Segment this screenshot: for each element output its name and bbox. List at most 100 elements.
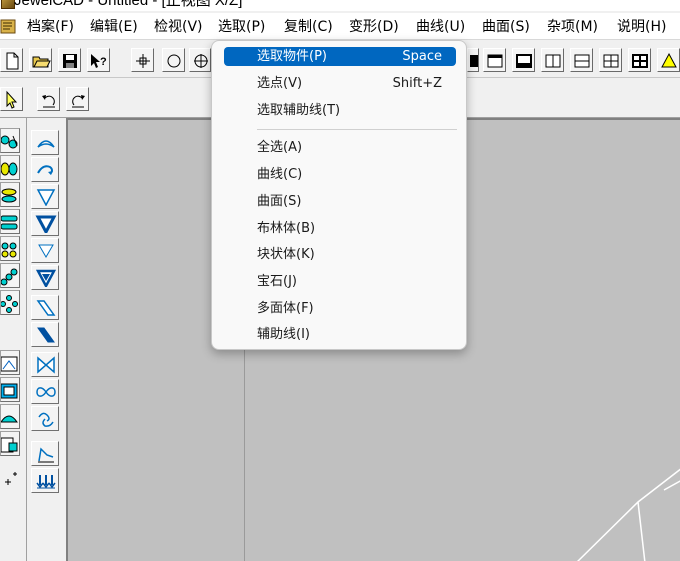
shape-triangle-button[interactable] — [31, 184, 59, 209]
tool-arch-button[interactable] — [0, 404, 20, 429]
menu-file[interactable]: 档案(F) — [27, 18, 74, 36]
view-quad-bold-button[interactable] — [628, 48, 651, 72]
shape-swirl-button[interactable] — [31, 406, 59, 431]
undo-button[interactable] — [37, 87, 60, 111]
shape-triangle-bold-button[interactable] — [31, 211, 59, 236]
menu-transform[interactable]: 变形(D) — [349, 18, 399, 36]
target-icon — [194, 54, 208, 68]
menu-item-label: 布林体(B) — [257, 221, 316, 236]
title-bar: JewelCAD - Untitled - [正视图 X/Z] — [0, 0, 680, 11]
tool-gem-row-button[interactable] — [0, 209, 20, 234]
tool-gem-grid-button[interactable] — [0, 236, 20, 261]
view-quad-button[interactable] — [599, 48, 622, 72]
undo-icon — [42, 95, 55, 108]
new-file-button[interactable] — [0, 48, 23, 72]
view-bottom-button[interactable] — [512, 48, 535, 72]
menu-surface[interactable]: 曲面(S) — [482, 18, 530, 36]
new-file-icon — [6, 52, 19, 70]
arc-curve-icon — [37, 140, 55, 148]
view-single-icon — [470, 55, 478, 67]
view-quad-bold-icon — [632, 54, 648, 68]
tool-gem-pair-button[interactable] — [0, 155, 20, 180]
crosshair-button[interactable] — [131, 48, 154, 72]
menu-item-shortcut: Shift+Z — [392, 76, 442, 91]
menu-item-select-all[interactable]: 全选(A) — [224, 138, 456, 157]
view-split-v-icon — [545, 54, 561, 68]
gem-pair-icon — [1, 162, 18, 176]
open-file-button[interactable] — [29, 48, 52, 72]
polyline-icon — [38, 447, 54, 463]
save-button[interactable] — [58, 48, 81, 72]
menu-item-label: 多面体(F) — [257, 301, 314, 316]
menu-item-curve[interactable]: 曲线(C) — [224, 165, 456, 184]
tool-image-button[interactable] — [0, 350, 20, 375]
context-help-button[interactable]: ? — [87, 48, 110, 72]
gem-stack-icon — [1, 188, 17, 203]
jewelcad-app-icon — [1, 0, 15, 9]
gem-diagonal-icon — [1, 268, 18, 286]
tool-gem-stack-button[interactable] — [0, 182, 20, 207]
view-split-h-button[interactable] — [570, 48, 593, 72]
tool-gem-ring-button[interactable] — [0, 290, 20, 315]
menu-item-label: 曲线(C) — [257, 167, 303, 182]
bowtie-icon — [37, 356, 55, 374]
menu-item-boolean[interactable]: 布林体(B) — [224, 219, 456, 238]
shape-infinity-button[interactable] — [31, 379, 59, 404]
menu-help[interactable]: 说明(H) — [617, 18, 666, 36]
tool-frame-button[interactable] — [0, 377, 20, 402]
render-button[interactable] — [657, 48, 680, 72]
stamp-icon — [1, 437, 18, 453]
tool-gem-select-button[interactable] — [0, 128, 20, 153]
menu-item-label: 曲面(S) — [257, 194, 302, 209]
tool-points-button[interactable] — [0, 466, 20, 491]
view-split-v-button[interactable] — [541, 48, 564, 72]
shape-bowtie-button[interactable] — [31, 352, 59, 377]
help-pointer-icon: ? — [91, 54, 107, 68]
menu-curve[interactable]: 曲线(U) — [416, 18, 465, 36]
redo-button[interactable] — [66, 87, 89, 111]
shape-triangle-filled-button[interactable] — [31, 265, 59, 290]
menu-copy[interactable]: 复制(C) — [284, 18, 333, 36]
view-top-button[interactable] — [483, 48, 506, 72]
shape-slash-button[interactable] — [31, 322, 59, 347]
menu-item-select-guide[interactable]: 选取辅助线(T) — [224, 101, 456, 120]
target-button[interactable] — [189, 48, 211, 72]
menu-item-surface[interactable]: 曲面(S) — [224, 192, 456, 211]
curve-hook-button[interactable] — [31, 157, 59, 182]
curve-polyline-button[interactable] — [31, 441, 59, 466]
window-title: JewelCAD - Untitled - [正视图 X/Z] — [14, 0, 243, 9]
menu-item-select-point[interactable]: 选点(V) Shift+Z — [224, 74, 456, 93]
menu-item-select-object[interactable]: 选取物件(P) Space — [224, 47, 456, 66]
menu-misc[interactable]: 杂项(M) — [547, 18, 598, 36]
menu-select[interactable]: 选取(P) — [218, 18, 265, 36]
infinity-icon — [36, 387, 56, 397]
view-top-icon — [487, 54, 503, 68]
picture-icon — [1, 356, 18, 372]
menu-item-polyhedron[interactable]: 多面体(F) — [224, 299, 456, 318]
view-bottom-icon — [516, 54, 532, 68]
shape-parallelogram-button[interactable] — [31, 295, 59, 320]
crosshair-icon — [136, 54, 150, 68]
tool-stamp-button[interactable] — [0, 431, 20, 456]
document-app-icon[interactable] — [0, 18, 18, 35]
menu-item-guide[interactable]: 辅助线(I) — [224, 325, 456, 344]
menu-item-label: 辅助线(I) — [257, 327, 310, 342]
curve-arc-button[interactable] — [31, 130, 59, 155]
menu-edit[interactable]: 编辑(E) — [90, 18, 138, 36]
view-split-h-icon — [574, 54, 590, 68]
shape-triangle-thin-button[interactable] — [31, 238, 59, 263]
curve-arrows-button[interactable] — [31, 468, 59, 493]
menu-item-solid[interactable]: 块状体(K) — [224, 245, 456, 264]
circle-button[interactable] — [162, 48, 185, 72]
hook-curve-icon — [37, 165, 53, 175]
menu-view[interactable]: 检视(V) — [154, 18, 203, 36]
menu-item-gem[interactable]: 宝石(J) — [224, 272, 456, 291]
select-arrow-button[interactable] — [0, 87, 23, 111]
swirl-icon — [38, 412, 54, 427]
tool-gem-diagonal-button[interactable] — [0, 263, 20, 288]
menu-item-label: 宝石(J) — [257, 274, 297, 289]
view-single-button[interactable] — [467, 48, 479, 72]
panel-divider — [26, 118, 27, 561]
menu-item-label: 选点(V) — [257, 76, 303, 91]
menu-item-label: 块状体(K) — [257, 247, 315, 262]
